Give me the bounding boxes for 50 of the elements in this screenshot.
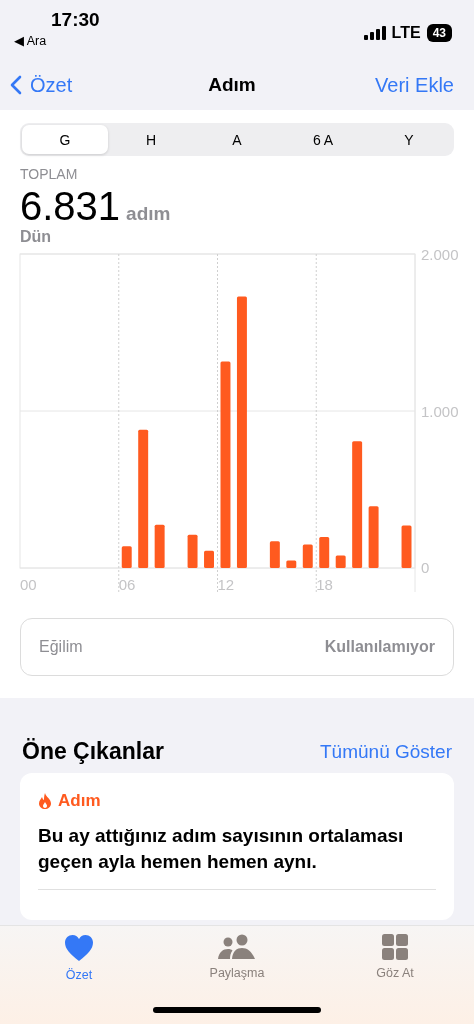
trend-value: Kullanılamıyor [324,638,435,656]
grid-icon [382,934,408,960]
trend-label: Eğilim [39,638,83,656]
bar [319,537,330,568]
section-title: Öne Çıkanlar [22,738,164,765]
bar [401,525,412,568]
battery-level: 43 [426,24,452,42]
tab-bar-item[interactable]: Özet [24,934,134,986]
people-icon [217,934,257,960]
heart-icon [64,934,94,962]
tab-bar-item[interactable]: Göz At [340,934,450,986]
bar [368,506,379,568]
bar [335,555,346,568]
back-button[interactable]: Özet [10,73,209,97]
network-type: LTE [391,24,421,42]
add-data-button[interactable]: Veri Ekle [375,73,454,97]
x-axis-label: 12 [217,576,235,592]
x-axis-label: 00 [19,576,37,592]
status-time: 17:30 [51,9,100,31]
segment-tab[interactable]: A [194,125,280,154]
x-axis-label: 06 [118,576,136,592]
y-axis-label: 0 [421,559,430,576]
page-title: Adım [208,74,256,96]
segment-tab[interactable]: 6 A [280,125,366,154]
bar [121,546,132,568]
bar [269,541,280,568]
card-category: Adım [58,791,101,811]
bar [204,550,214,568]
tab-bar-item[interactable]: Paylaşma [182,934,292,986]
x-axis-label: 18 [316,576,333,592]
highlight-text: Bu ay attığınız adım sayısının ortalaması geçen ayla hemen hemen aynı. [38,824,405,874]
segment-tab[interactable]: Y [366,125,452,154]
back-to-app-link[interactable]: ◀ Ara [14,33,100,48]
total-label: TOPLAM [20,166,79,182]
bar [154,524,165,568]
y-axis-label: 2.000 [421,246,459,263]
date-label: Dün [20,228,53,246]
flame-icon [38,793,52,809]
y-axis-label: 1.000 [421,403,459,420]
segment-tab[interactable]: G [22,125,108,154]
chevron-left-icon [10,75,22,95]
unit-label: adım [126,203,171,225]
bar [286,560,297,568]
show-all-link[interactable]: Tümünü Göster [320,740,452,763]
bar [302,544,313,568]
bar [187,534,198,568]
highlight-card[interactable]: Adım Bu ay attığınız adım sayısının ortalaması geçen ayla hemen hemen aynı. [20,773,454,920]
segment-tab[interactable]: H [108,125,194,154]
signal-icon [363,26,386,40]
total-value: 6.831 [20,184,121,228]
